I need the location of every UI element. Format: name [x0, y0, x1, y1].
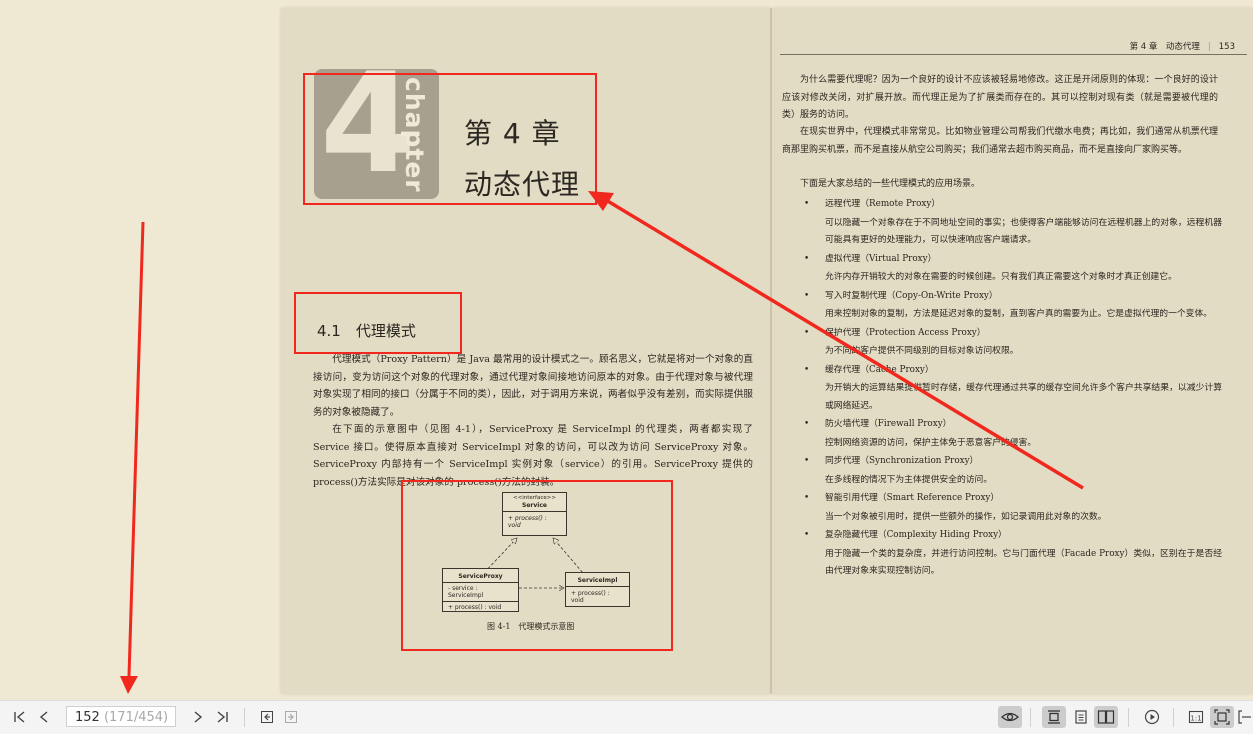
prev-page-icon — [39, 711, 48, 723]
two-page-button[interactable] — [1094, 706, 1118, 728]
fit-width-icon — [1238, 710, 1251, 724]
slideshow-button[interactable] — [1141, 706, 1163, 728]
eye-comfort-button[interactable] — [998, 706, 1022, 728]
continuous-page-button[interactable] — [1070, 706, 1092, 728]
current-page-value: 152 — [75, 710, 100, 725]
toolbar-divider — [1173, 708, 1174, 727]
single-page-icon — [1048, 710, 1060, 724]
last-page-icon — [217, 711, 228, 723]
page-detail: (171/454) — [103, 710, 169, 725]
next-page-button[interactable] — [187, 706, 209, 728]
continuous-page-icon — [1075, 710, 1087, 724]
two-page-icon — [1097, 710, 1115, 724]
fit-page-button[interactable] — [1210, 706, 1234, 728]
annotation-arrow-diagonal — [605, 198, 1084, 490]
page-number-input[interactable]: 152 (171/454) — [66, 706, 176, 727]
toolbar-divider — [1128, 708, 1129, 727]
toolbar-divider — [244, 708, 245, 727]
forward-button[interactable] — [280, 706, 302, 728]
prev-page-button[interactable] — [33, 706, 55, 728]
annotation-arrows — [120, 191, 1084, 694]
first-page-icon — [14, 711, 25, 723]
last-page-button[interactable] — [211, 706, 233, 728]
viewer-toolbar: 152 (171/454) 1:1 — [0, 700, 1253, 734]
forward-icon — [285, 711, 297, 723]
play-icon — [1144, 709, 1160, 725]
eye-comfort-icon — [1001, 712, 1019, 722]
toolbar-divider — [1030, 708, 1031, 727]
fit-page-icon — [1214, 709, 1230, 725]
annotation-arrowhead-down — [120, 676, 138, 694]
back-icon — [261, 711, 273, 723]
first-page-button[interactable] — [9, 706, 31, 728]
back-button[interactable] — [256, 706, 278, 728]
next-page-icon — [194, 711, 203, 723]
fit-width-button[interactable] — [1237, 706, 1253, 728]
actual-size-icon: 1:1 — [1188, 710, 1204, 724]
annotation-arrow-down — [127, 221, 145, 677]
svg-text:1:1: 1:1 — [1190, 715, 1201, 723]
document-viewer[interactable]: 4 chapter 第 4 章 动态代理 4.1 代理模式 代理模式（Proxy… — [0, 0, 1253, 700]
single-page-button[interactable] — [1042, 706, 1066, 728]
actual-size-button[interactable]: 1:1 — [1185, 706, 1207, 728]
